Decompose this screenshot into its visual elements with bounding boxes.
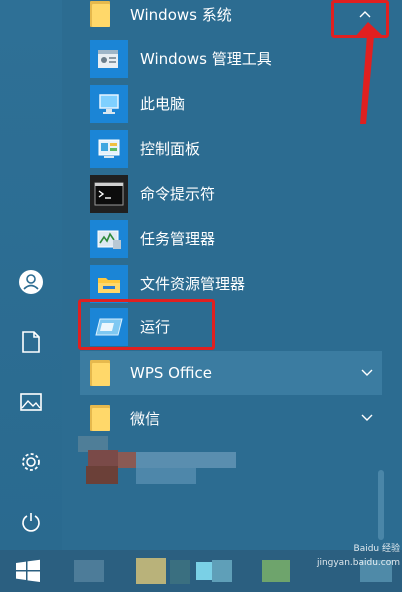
expand-chevron-down-icon[interactable] [360,366,374,380]
folder-icon [90,1,110,27]
app-item-command-prompt[interactable]: 命令提示符 [80,171,382,216]
command-prompt-icon [90,174,128,213]
app-label: Windows 管理工具 [140,50,272,68]
windows-logo-icon [16,559,40,582]
app-label: 命令提示符 [140,185,216,203]
gear-icon [22,453,40,471]
file-explorer-icon [90,264,128,303]
start-left-rail [0,0,62,550]
start-button[interactable] [14,559,42,583]
control-panel-icon [90,129,128,168]
user-icon [19,270,43,294]
folder-label: 微信 [130,409,161,428]
folder-label: Windows 系统 [130,5,232,24]
folder-icon [90,405,110,431]
app-item-this-pc[interactable]: 此电脑 [80,81,382,126]
power-icon [22,513,40,532]
documents-button[interactable] [13,324,49,360]
user-account-button[interactable] [13,264,49,300]
picture-icon [20,393,42,411]
pictures-button[interactable] [13,384,49,420]
settings-button[interactable] [13,444,49,480]
watermark: Baidu 经验 jingyan.baidu.com [300,534,400,582]
watermark-text: Baidu 经验 jingyan.baidu.com [316,544,400,568]
folder-icon [90,360,110,386]
task-manager-icon [90,219,128,258]
expand-chevron-down-icon[interactable] [360,411,374,425]
admin-tools-icon [90,39,128,78]
app-list-scrollbar[interactable] [378,470,384,540]
app-label: 控制面板 [140,140,201,158]
power-button[interactable] [13,504,49,540]
app-label: 任务管理器 [140,230,216,248]
pixelated-app-entry [78,436,238,488]
folder-label: WPS Office [130,364,212,382]
app-label: 此电脑 [140,95,186,113]
this-pc-icon [90,84,128,123]
app-item-task-manager[interactable]: 任务管理器 [80,216,382,261]
folder-wps-office[interactable]: WPS Office [80,351,382,395]
annotation-arrow-icon [354,22,385,124]
app-item-admin-tools[interactable]: Windows 管理工具 [80,36,382,81]
folder-wechat[interactable]: 微信 [80,396,382,440]
app-label: 文件资源管理器 [140,275,246,293]
app-item-control-panel[interactable]: 控制面板 [80,126,382,171]
document-icon [22,331,40,353]
annotation-box-run [78,299,215,350]
